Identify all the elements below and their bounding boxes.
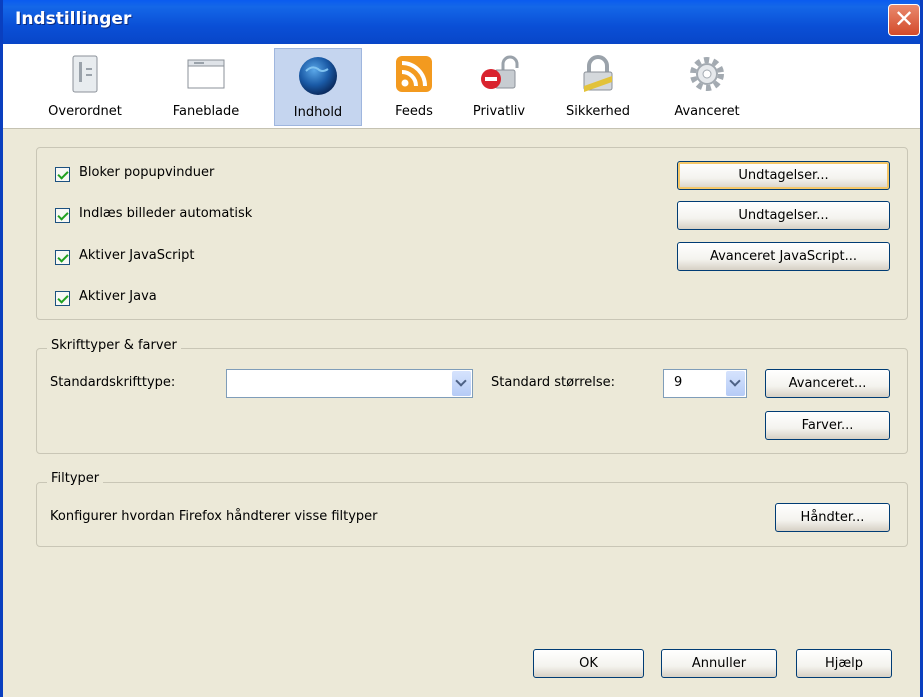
pane-toolbar: Overordnet Faneblade Indhold Feeds Priva… [3,44,920,129]
enable-java-label: Aktiver Java [79,289,157,304]
tab-tabs-label: Faneblade [172,104,240,119]
general-icon [72,55,98,93]
enable-javascript-checkbox[interactable] [55,250,70,265]
popup-exceptions-button[interactable]: Undtagelser... [677,161,890,190]
content-globe-icon [299,57,337,95]
close-icon: ✕ [893,5,915,33]
tab-advanced-label: Avanceret [674,104,740,119]
default-size-value: 9 [674,375,683,390]
default-size-select[interactable]: 9 [663,369,747,398]
default-font-select[interactable] [226,369,473,398]
ok-button[interactable]: OK [533,649,644,678]
tab-feeds[interactable]: Feeds [374,48,454,126]
block-popups-label: Bloker popupvinduer [79,165,215,180]
tab-general[interactable]: Overordnet [35,48,135,126]
help-button[interactable]: Hjælp [796,649,892,678]
tab-feeds-label: Feeds [395,104,433,119]
chevron-down-icon [726,371,745,396]
tab-general-label: Overordnet [48,104,122,119]
title-bar[interactable]: Indstillinger ✕ [3,0,920,44]
tab-content[interactable]: Indhold [274,48,362,126]
preferences-window: Indstillinger ✕ Overordnet Faneblade Ind… [0,0,923,697]
enable-javascript-label: Aktiver JavaScript [79,248,195,263]
chevron-down-icon [452,371,471,396]
load-images-label: Indlæs billeder automatisk [79,206,253,221]
fonts-advanced-button[interactable]: Avanceret... [765,369,890,398]
block-popups-checkbox[interactable] [55,167,70,182]
security-lock-icon [583,55,613,92]
load-images-checkbox[interactable] [55,208,70,223]
tab-security[interactable]: Sikkerhed [550,48,646,126]
advanced-gear-icon [690,57,724,91]
filetypes-description: Konfigurer hvordan Firefox håndterer vis… [50,509,378,524]
enable-java-checkbox[interactable] [55,291,70,306]
tabs-icon [187,59,225,89]
tab-privacy-label: Privatliv [472,104,526,119]
cancel-button[interactable]: Annuller [661,649,777,678]
tab-privacy[interactable]: Privatliv [455,48,543,126]
window-title: Indstillinger [15,9,132,29]
default-font-label: Standardskrifttype: [50,375,176,390]
content-pane: Bloker popupvinduer Indlæs billeder auto… [3,129,920,697]
manage-filetypes-button[interactable]: Håndter... [775,503,890,532]
image-exceptions-button[interactable]: Undtagelser... [677,201,890,230]
filetypes-legend: Filtyper [47,471,104,486]
tab-advanced[interactable]: Avanceret [656,48,758,126]
privacy-icon [481,55,519,89]
fonts-colors-legend: Skrifttyper & farver [47,338,181,353]
tab-content-label: Indhold [293,105,343,120]
default-size-label: Standard størrelse: [491,375,616,390]
advanced-javascript-button[interactable]: Avanceret JavaScript... [677,242,890,271]
close-button[interactable]: ✕ [888,4,920,36]
tab-tabs[interactable]: Faneblade [159,48,253,126]
colors-button[interactable]: Farver... [765,411,890,440]
feeds-icon [396,56,432,92]
tab-security-label: Sikkerhed [565,104,631,119]
